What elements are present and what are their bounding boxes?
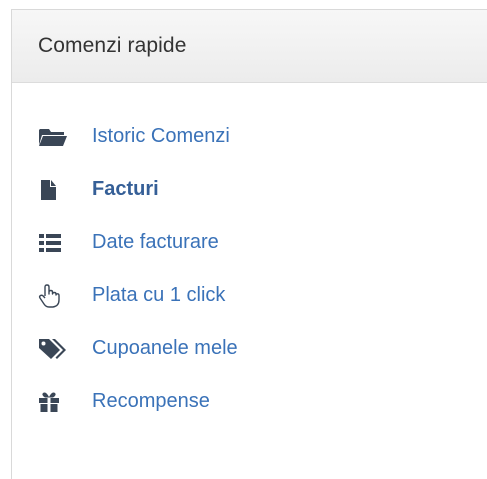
menu-item-one-click-payment[interactable]: Plata cu 1 click: [12, 269, 487, 322]
quick-orders-panel: Comenzi rapide Istoric Comenzi Facturi D…: [11, 9, 487, 479]
panel-header: Comenzi rapide: [12, 10, 487, 83]
hand-pointer-icon: [38, 283, 72, 308]
menu-label-billing-data[interactable]: Date facturare: [92, 231, 219, 254]
panel-title: Comenzi rapide: [38, 34, 187, 57]
menu-label-my-coupons[interactable]: Cupoanele mele: [92, 337, 238, 360]
menu-item-order-history[interactable]: Istoric Comenzi: [12, 110, 487, 163]
quick-orders-menu: Istoric Comenzi Facturi Date facturare P…: [12, 110, 487, 428]
menu-item-invoices[interactable]: Facturi: [12, 163, 487, 216]
folder-open-icon: [38, 125, 72, 149]
gift-icon: [38, 390, 72, 414]
tags-icon: [38, 337, 72, 361]
menu-label-one-click-payment[interactable]: Plata cu 1 click: [92, 284, 225, 307]
menu-item-billing-data[interactable]: Date facturare: [12, 216, 487, 269]
list-icon: [38, 231, 72, 255]
menu-item-my-coupons[interactable]: Cupoanele mele: [12, 322, 487, 375]
menu-label-invoices[interactable]: Facturi: [92, 178, 159, 201]
menu-item-rewards[interactable]: Recompense: [12, 375, 487, 428]
menu-label-rewards[interactable]: Recompense: [92, 390, 210, 413]
menu-label-order-history[interactable]: Istoric Comenzi: [92, 125, 230, 148]
file-icon: [38, 178, 72, 202]
